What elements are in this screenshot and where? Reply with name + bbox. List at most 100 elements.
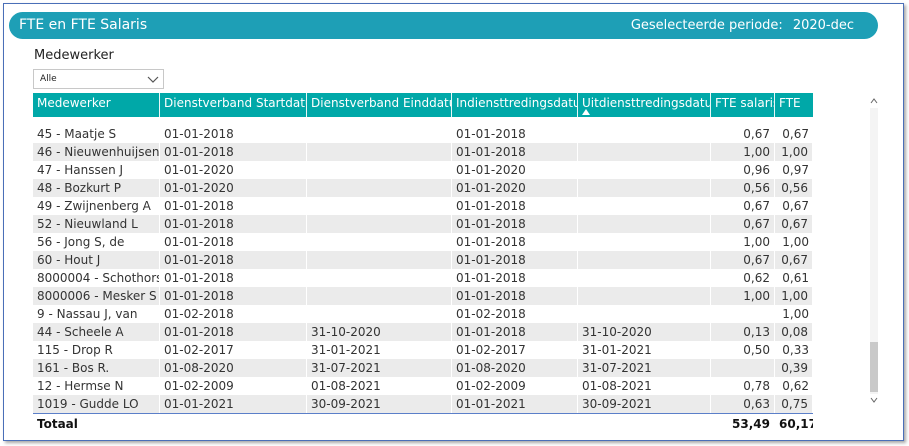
cell-fte: 0,62 [782, 379, 809, 393]
cell-uitdiensttredingsdatum [578, 143, 711, 161]
cell-fte-salaris: 0,78 [711, 377, 775, 395]
cell-startdatum: 01-01-2018 [160, 125, 307, 143]
cell-indiensttredingsdatum: 01-01-2018 [452, 287, 578, 305]
cell-einddatum [307, 269, 452, 287]
cell-fte-salaris: 0,67 [711, 125, 775, 143]
table-row[interactable]: 46 - Nieuwenhuijsen N 01-01-2018 01-01-201… [33, 143, 813, 161]
cell-medewerker: 8000006 - Mesker S [33, 287, 160, 305]
cell-startdatum: 01-02-2017 [160, 341, 307, 359]
slicer-value: Alle [40, 74, 57, 84]
table-row[interactable]: 48 - Bozkurt P 01-01-2020 01-01-2020 0,56 0,… [33, 179, 813, 197]
cell-einddatum [307, 287, 452, 305]
cell-startdatum: 01-01-2020 [160, 161, 307, 179]
cell-indiensttredingsdatum: 01-02-2009 [452, 377, 578, 395]
report-title: FTE en FTE Salaris [19, 17, 148, 33]
column-header-medewerker[interactable]: Medewerker [33, 93, 160, 117]
cell-startdatum: 01-01-2018 [160, 143, 307, 161]
cell-medewerker: 8000004 - Schothorst F [33, 269, 160, 287]
cell-einddatum [307, 215, 452, 233]
table-row[interactable]: 56 - Jong S, de 01-01-2018 01-01-2018 1,00 1… [33, 233, 813, 251]
table-row[interactable]: 12 - Hermse N 01-02-2009 01-08-2021 01-02-2… [33, 377, 813, 395]
cell-einddatum: 31-07-2021 [307, 359, 452, 377]
cell-medewerker: 47 - Hanssen J [33, 161, 160, 179]
column-header-fte-salaris[interactable]: FTE salaris [711, 93, 775, 117]
cell-medewerker: 52 - Nieuwland L [33, 215, 160, 233]
column-header-dienstverband-startdatum[interactable]: Dienstverband Startdatum [160, 93, 307, 117]
table-row[interactable]: 8000004 - Schothorst F01-01-201801-01-20… [33, 269, 813, 287]
cell-medewerker: 49 - Zwijnenberg A [33, 197, 160, 215]
cell-indiensttredingsdatum: 01-02-2017 [452, 341, 578, 359]
table-row[interactable]: 52 - Nieuwland L 01-01-2018 01-01-2018 0,67… [33, 215, 813, 233]
report-header: FTE en FTE Salaris Geselecteerde periode… [9, 12, 878, 39]
cell-fte: 1,00 [782, 235, 809, 249]
period-value: 2020-dec [792, 18, 854, 33]
cell-indiensttredingsdatum: 01-01-2018 [452, 143, 578, 161]
totals-row: Totaal 53,49 60,17 [33, 413, 813, 434]
scroll-down-icon[interactable] [870, 396, 878, 404]
cell-fte-salaris: 0,56 [711, 179, 775, 197]
cell-einddatum: 31-01-2021 [307, 341, 452, 359]
cell-startdatum: 01-01-2018 [160, 197, 307, 215]
cell-fte-salaris [711, 359, 775, 377]
medewerker-slicer-dropdown[interactable]: Alle [33, 69, 164, 89]
scroll-up-icon[interactable] [870, 97, 878, 105]
cell-fte: 1,00 [782, 307, 809, 321]
column-header-dienstverband-einddatum[interactable]: Dienstverband Einddatum [307, 93, 452, 117]
chevron-down-icon[interactable] [146, 72, 160, 86]
cell-indiensttredingsdatum: 01-01-2018 [452, 197, 578, 215]
cell-startdatum: 01-01-2018 [160, 323, 307, 341]
column-header-fte[interactable]: FTE [775, 93, 813, 117]
cell-indiensttredingsdatum: 01-02-2018 [452, 305, 578, 323]
cell-uitdiensttredingsdatum [578, 197, 711, 215]
cell-einddatum: 31-10-2020 [307, 323, 452, 341]
table-row[interactable]: 1019 - Gudde LO 01-01-2021 30-09-2021 01-01… [33, 395, 813, 413]
cell-medewerker: 56 - Jong S, de [33, 233, 160, 251]
totals-label: Totaal [33, 414, 160, 434]
cell-uitdiensttredingsdatum [578, 125, 711, 143]
cell-einddatum: 01-08-2021 [307, 377, 452, 395]
column-header-label: Uitdiensttredingsdatum [582, 96, 711, 110]
column-header-indiensttredingsdatum[interactable]: Indiensttredingsdatum [452, 93, 578, 117]
table-row[interactable]: 49 - Zwijnenberg A 01-01-2018 01-01-2018 0,… [33, 197, 813, 215]
cell-fte: 1,00 [775, 143, 813, 161]
cell-fte: 0,67 [775, 251, 813, 269]
cell-indiensttredingsdatum: 01-01-2020 [452, 179, 578, 197]
table-row[interactable]: 45 - Maatje S 01-01-2018 01-01-2018 0,67 0,6… [33, 125, 813, 143]
table-row[interactable]: 8000006 - Mesker S 01-01-2018 01-01-2018 1,… [33, 287, 813, 305]
cell-startdatum: 01-01-2018 [160, 269, 307, 287]
cell-fte-salaris: 0,67 [711, 215, 775, 233]
table-row[interactable]: 161 - Bos R. 01-08-2020 31-07-2021 01-08-20… [33, 359, 813, 377]
report-frame: FTE en FTE Salaris Geselecteerde periode… [3, 3, 904, 441]
cell-indiensttredingsdatum: 01-01-2020 [452, 161, 578, 179]
cell-fte-salaris: 0,13 [711, 323, 775, 341]
cell-fte: 0,67 [775, 215, 813, 233]
scrollbar-thumb[interactable] [870, 342, 878, 392]
cell-medewerker: 115 - Drop R [33, 341, 160, 359]
cell-fte: 0,75 [775, 395, 813, 413]
cell-fte: 0,67 [782, 127, 809, 141]
cell-uitdiensttredingsdatum [578, 233, 711, 251]
cell-medewerker: 60 - Hout J [33, 251, 160, 269]
cell-startdatum: 01-01-2020 [160, 179, 307, 197]
cell-medewerker: 9 - Nassau J, van [33, 305, 160, 323]
cell-einddatum [307, 161, 452, 179]
table-row[interactable]: 47 - Hanssen J 01-01-2020 01-01-2020 0,96 0,… [33, 161, 813, 179]
cell-indiensttredingsdatum: 01-01-2021 [452, 395, 578, 413]
table-body: 45 - Maatje S 01-01-2018 01-01-2018 0,67 0,6… [33, 125, 813, 413]
sort-ascending-icon [582, 109, 590, 115]
table-row[interactable]: 115 - Drop R 01-02-2017 31-01-2021 01-02-20… [33, 341, 813, 359]
column-header-uitdiensttredingsdatum[interactable]: Uitdiensttredingsdatum [578, 93, 711, 117]
cell-indiensttredingsdatum: 01-01-2018 [452, 269, 578, 287]
cell-medewerker: 1019 - Gudde LO [33, 395, 160, 413]
cell-fte-salaris: 0,50 [711, 341, 775, 359]
cell-indiensttredingsdatum: 01-01-2018 [452, 251, 578, 269]
table-row[interactable]: 44 - Scheele A 01-01-2018 31-10-2020 01-01-… [33, 323, 813, 341]
cell-fte: 0,56 [775, 179, 813, 197]
cell-fte: 0,08 [775, 323, 813, 341]
cell-medewerker: 48 - Bozkurt P [33, 179, 160, 197]
table-row[interactable]: 9 - Nassau J, van 01-02-2018 01-02-2018 1,0… [33, 305, 813, 323]
cell-uitdiensttredingsdatum [578, 305, 711, 323]
slicer-label: Medewerker [34, 48, 114, 63]
cell-uitdiensttredingsdatum: 01-08-2021 [578, 377, 711, 395]
table-row[interactable]: 60 - Hout J 01-01-2018 01-01-2018 0,67 0,67 [33, 251, 813, 269]
